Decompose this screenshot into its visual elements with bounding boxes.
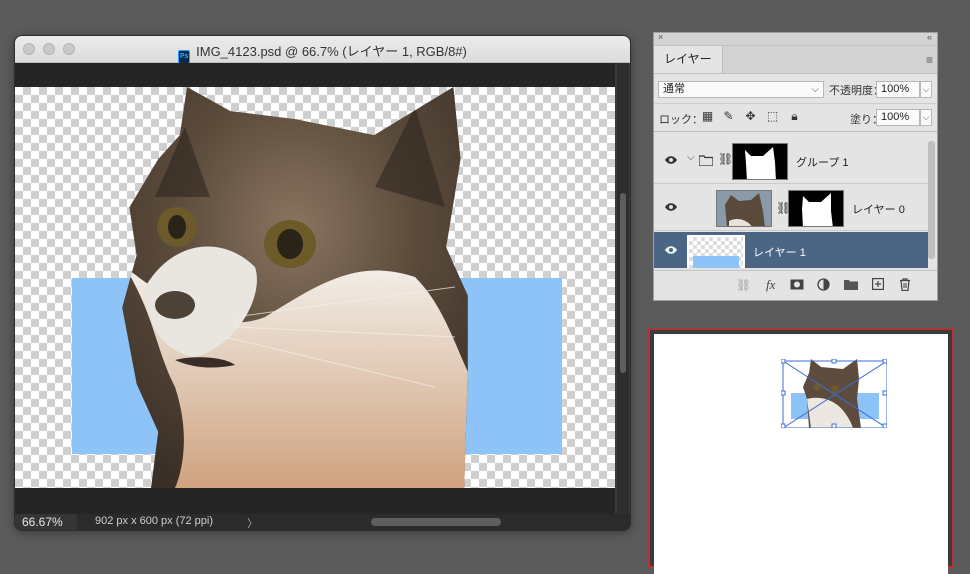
layers-panel: × « レイヤー ≡ 通常 ⌵ 不透明度： 100% ⌵ ロック： ▦ ✎ ✥ … — [653, 32, 938, 301]
eye-icon[interactable] — [664, 155, 678, 165]
link-icon[interactable]: ⛓︎ — [736, 278, 751, 292]
cat-image — [115, 87, 475, 488]
panel-close-icon[interactable]: × — [658, 32, 663, 42]
document-canvas[interactable] — [15, 87, 615, 488]
panel-collapse-icon[interactable]: « — [927, 32, 932, 42]
lock-label: ロック： — [659, 114, 703, 126]
adjustment-icon[interactable] — [817, 278, 830, 291]
eye-icon[interactable] — [664, 245, 678, 255]
lock-all-icon[interactable]: 🔒︎ — [788, 110, 801, 123]
panel-footer: ⛓︎ fx — [654, 270, 937, 300]
layer-row-layer-0[interactable]: ⛓︎ レイヤー 0 — [654, 185, 928, 231]
lock-transparency-icon[interactable]: ▦ — [701, 110, 714, 123]
trash-icon[interactable] — [899, 278, 911, 291]
window-title-text: IMG_4123.psd @ 66.7% (レイヤー 1, RGB/8#) — [196, 44, 467, 59]
canvas-area[interactable] — [15, 63, 615, 514]
fx-icon[interactable]: fx — [766, 278, 775, 292]
window-title: Ps IMG_4123.psd @ 66.7% (レイヤー 1, RGB/8#) — [15, 41, 630, 64]
photoshop-doc-icon: Ps — [178, 50, 191, 64]
layer-row-group-1[interactable]: ⌵ ⛓︎ グループ 1 — [654, 138, 928, 184]
blend-mode-select[interactable]: 通常 ⌵ — [658, 81, 824, 98]
fill-dropdown-icon[interactable]: ⌵ — [920, 109, 932, 126]
status-bar: 66.67% 902 px x 600 px (72 ppi) 〉 — [15, 514, 630, 530]
new-layer-icon[interactable] — [872, 278, 884, 290]
folder-icon — [699, 155, 713, 166]
status-menu-arrow-icon[interactable]: 〉 — [247, 515, 258, 530]
layer-name[interactable]: レイヤー 1 — [753, 244, 806, 260]
mask-icon[interactable] — [790, 279, 804, 290]
vertical-scroll-thumb[interactable] — [620, 193, 626, 373]
layer-1-thumbnail[interactable] — [687, 235, 745, 268]
document-info[interactable]: 902 px x 600 px (72 ppi) — [95, 515, 213, 527]
fill-field[interactable]: 100% — [876, 109, 920, 126]
lock-row: ロック： ▦ ✎ ✥ ⬚ 🔒︎ 塗り： 100% ⌵ — [654, 104, 937, 132]
layer-row-layer-1-selected[interactable]: レイヤー 1 — [654, 232, 928, 268]
panel-menu-icon[interactable]: ≡ — [926, 53, 933, 67]
blend-row: 通常 ⌵ 不透明度： 100% ⌵ — [654, 74, 937, 104]
layer-0-thumbnail[interactable] — [716, 190, 772, 227]
layer-name[interactable]: レイヤー 0 — [852, 201, 905, 217]
chevron-down-icon: ⌵ — [811, 84, 819, 95]
blend-mode-value: 通常 — [663, 83, 685, 95]
lock-pixels-icon[interactable]: ✎ — [722, 110, 735, 123]
layer-0-mask-thumbnail[interactable] — [788, 190, 844, 227]
panel-header[interactable]: × « — [654, 32, 937, 46]
layer-name[interactable]: グループ 1 — [796, 154, 849, 170]
layers-scrollbar[interactable] — [928, 141, 935, 259]
horizontal-scroll-thumb[interactable] — [371, 518, 501, 526]
navigator-thumbnail[interactable] — [780, 358, 888, 429]
navigator-panel[interactable] — [648, 328, 954, 574]
document-window: Ps IMG_4123.psd @ 66.7% (レイヤー 1, RGB/8#) — [14, 35, 631, 531]
lock-position-icon[interactable]: ✥ — [744, 110, 757, 123]
panel-tabbar: レイヤー ≡ — [654, 46, 937, 74]
lock-artboard-icon[interactable]: ⬚ — [766, 110, 779, 123]
link-icon[interactable]: ⛓︎ — [718, 152, 733, 166]
window-titlebar[interactable]: Ps IMG_4123.psd @ 66.7% (レイヤー 1, RGB/8#) — [15, 36, 630, 64]
folder-icon[interactable] — [844, 279, 858, 290]
navigator-page[interactable] — [654, 334, 948, 574]
opacity-field[interactable]: 100% — [876, 81, 920, 98]
opacity-dropdown-icon[interactable]: ⌵ — [920, 81, 932, 98]
eye-icon[interactable] — [664, 202, 678, 212]
tab-layers[interactable]: レイヤー — [654, 46, 723, 73]
zoom-level-field[interactable]: 66.67% — [15, 514, 77, 530]
vertical-scrollbar[interactable] — [617, 63, 629, 514]
chevron-down-icon[interactable]: ⌵ — [687, 152, 695, 163]
group-mask-thumbnail[interactable] — [732, 143, 788, 180]
